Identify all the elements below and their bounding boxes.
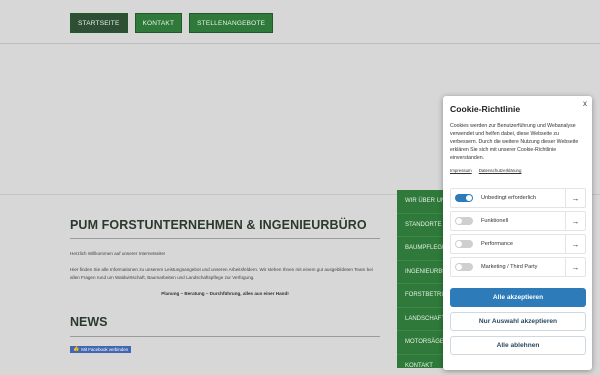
facebook-icon: 👍 xyxy=(73,346,80,352)
accept-all-button[interactable]: Alle akzeptieren xyxy=(450,288,586,307)
option-label: Marketing / Third Party xyxy=(481,264,538,270)
tagline-text: Planung – Beratung – Durchführung, alles… xyxy=(161,291,289,296)
welcome-text: Herzlich Willkommen auf unserer Internet… xyxy=(70,251,166,256)
arrow-right-icon[interactable]: → xyxy=(565,235,585,253)
option-label: Performance xyxy=(481,241,514,247)
toggle-marketing[interactable] xyxy=(455,263,473,271)
cookie-option-functional: Funktionell → xyxy=(450,211,586,231)
page-title: PUM FORSTUNTERNEHMEN & INGENIEURBÜRO xyxy=(70,218,380,239)
main-nav: STARTSEITE KONTAKT STELLENANGEBOTE xyxy=(70,13,274,33)
facebook-connect-button[interactable]: 👍 Mit Facebook verbinden xyxy=(70,346,132,353)
main-content: PUM FORSTUNTERNEHMEN & INGENIEURBÜRO Her… xyxy=(70,218,380,355)
cookie-option-marketing: Marketing / Third Party → xyxy=(450,257,586,277)
cookie-dialog: Cookie-Richtlinie x Cookies werden zur B… xyxy=(443,96,592,370)
toggle-performance[interactable] xyxy=(455,240,473,248)
header: STARTSEITE KONTAKT STELLENANGEBOTE xyxy=(0,0,600,44)
arrow-right-icon[interactable]: → xyxy=(565,189,585,207)
nav-startseite[interactable]: STARTSEITE xyxy=(70,13,128,33)
option-label: Funktionell xyxy=(481,218,509,224)
cookie-option-necessary: Unbedingt erforderlich → xyxy=(450,188,586,208)
reject-all-button[interactable]: Alle ablehnen xyxy=(450,336,586,355)
cookie-links: Impressum Datenschutzerklärung xyxy=(450,168,586,173)
nav-kontakt[interactable]: KONTAKT xyxy=(134,13,183,33)
option-label: Unbedingt erforderlich xyxy=(481,195,537,201)
toggle-necessary[interactable] xyxy=(455,194,473,202)
cookie-option-performance: Performance → xyxy=(450,234,586,254)
cookie-title: Cookie-Richtlinie xyxy=(450,104,521,114)
news-title: NEWS xyxy=(70,315,380,337)
datenschutz-link[interactable]: Datenschutzerklärung xyxy=(479,168,522,173)
facebook-button-label: Mit Facebook verbinden xyxy=(81,347,129,352)
toggle-functional[interactable] xyxy=(455,217,473,225)
accept-selection-button[interactable]: Nur Auswahl akzeptieren xyxy=(450,312,586,331)
intro-text: Hier finden Sie alle Informationen zu un… xyxy=(70,267,373,280)
cookie-description: Cookies werden zur Benutzerführung und W… xyxy=(450,123,579,162)
nav-stellenangebote[interactable]: STELLENANGEBOTE xyxy=(189,13,274,33)
close-icon[interactable]: x xyxy=(583,99,587,108)
impressum-link[interactable]: Impressum xyxy=(450,168,472,173)
arrow-right-icon[interactable]: → xyxy=(565,212,585,230)
arrow-right-icon[interactable]: → xyxy=(565,258,585,276)
